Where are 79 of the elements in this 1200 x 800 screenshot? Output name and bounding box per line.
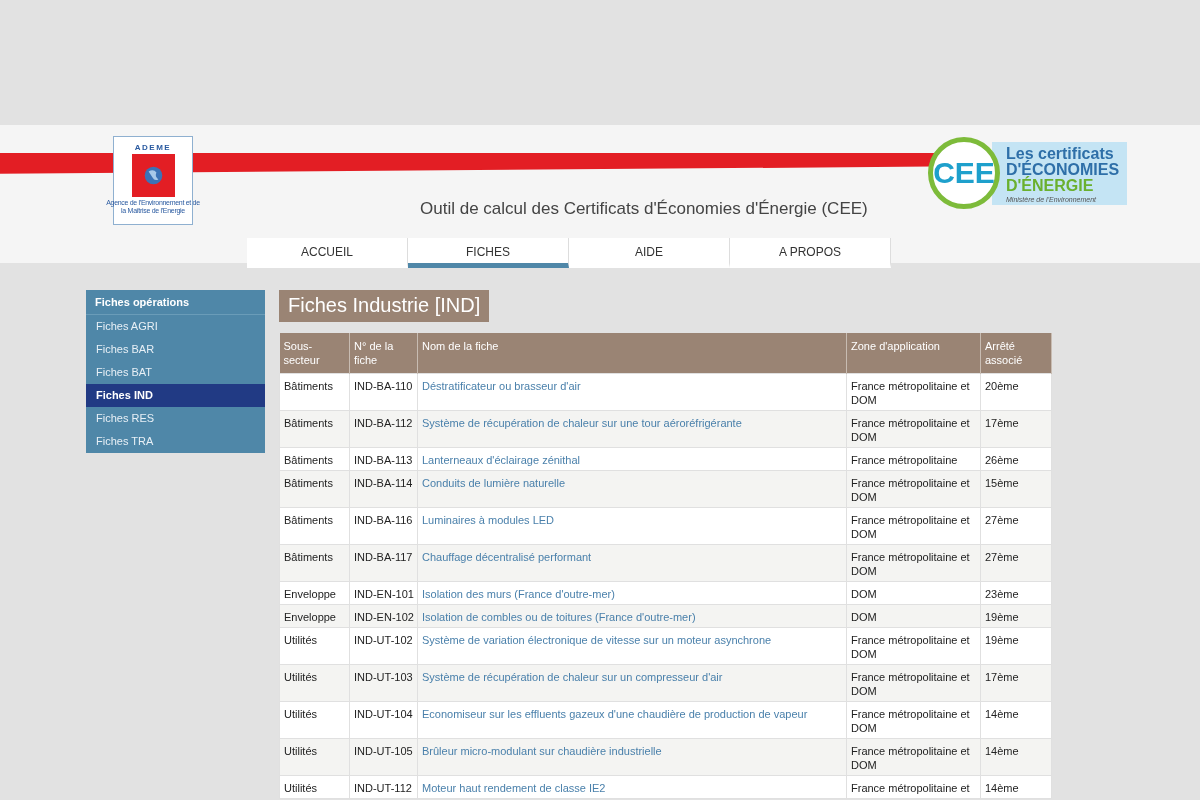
table-cell: IND-UT-102 <box>349 627 418 665</box>
table-cell: IND-UT-103 <box>349 664 418 702</box>
table-cell: 19ème <box>980 627 1052 665</box>
table-cell: France métropolitaine et DOM <box>846 410 981 448</box>
nav-tab[interactable]: ACCUEIL <box>247 238 408 268</box>
fiche-link[interactable]: Luminaires à modules LED <box>417 507 847 545</box>
page-title: Fiches Industrie [IND] <box>279 290 490 322</box>
logo-text: D'ÉNERGIE <box>1006 177 1095 194</box>
table-cell: DOM <box>846 581 981 605</box>
sidebar-title: Fiches opérations <box>86 290 265 315</box>
globe-icon <box>131 154 175 197</box>
table-cell: France métropolitaine <box>846 447 981 471</box>
table-cell: Bâtiments <box>279 470 350 508</box>
table-cell: Utilités <box>279 627 350 665</box>
table-cell: IND-BA-114 <box>349 470 418 508</box>
table-cell: Bâtiments <box>279 507 350 545</box>
sidebar-item[interactable]: Fiches RES <box>86 407 265 430</box>
fiche-link[interactable]: Déstratificateur ou brasseur d'air <box>417 373 847 411</box>
table-cell: 15ème <box>980 470 1052 508</box>
sidebar-item[interactable]: Fiches IND <box>86 384 265 407</box>
table-cell: Bâtiments <box>279 447 350 471</box>
column-header: Arrêté associé <box>980 333 1052 374</box>
column-header: N° de la fiche <box>349 333 418 374</box>
nav-tab[interactable]: A PROPOS <box>730 238 891 268</box>
table-cell: France métropolitaine et DOM <box>846 664 981 702</box>
logo-text: ADEME <box>134 143 172 152</box>
table-cell: IND-BA-117 <box>349 544 418 582</box>
table-cell: Bâtiments <box>279 410 350 448</box>
table-cell: 17ème <box>980 410 1052 448</box>
table-cell: France métropolitaine et <box>846 775 981 799</box>
fiche-link[interactable]: Système de récupération de chaleur sur un compresseur d'air <box>417 664 847 702</box>
fiche-link[interactable]: Isolation de combles ou de toitures (France d'outre-mer) <box>417 604 847 628</box>
fiche-link[interactable]: Moteur haut rendement de classe IE2 <box>417 775 847 799</box>
sidebar-item[interactable]: Fiches AGRI <box>86 315 265 338</box>
table-cell: 27ème <box>980 507 1052 545</box>
fiche-link[interactable]: Lanterneaux d'éclairage zénithal <box>417 447 847 471</box>
table-cell: Utilités <box>279 775 350 799</box>
table-cell: France métropolitaine et DOM <box>846 738 981 776</box>
table-cell: France métropolitaine et DOM <box>846 627 981 665</box>
table-cell: France métropolitaine et DOM <box>846 701 981 739</box>
table-cell: IND-UT-105 <box>349 738 418 776</box>
table-cell: Bâtiments <box>279 373 350 411</box>
table-cell: Enveloppe <box>279 581 350 605</box>
table-cell: IND-BA-110 <box>349 373 418 411</box>
table-cell: IND-BA-112 <box>349 410 418 448</box>
fiche-link[interactable]: Conduits de lumière naturelle <box>417 470 847 508</box>
table-cell: France métropolitaine et DOM <box>846 507 981 545</box>
table-cell: DOM <box>846 604 981 628</box>
sidebar-item[interactable]: Fiches TRA <box>86 430 265 453</box>
fiche-link[interactable]: Système de récupération de chaleur sur une tour aéroréfrigérante <box>417 410 847 448</box>
fiche-link[interactable]: Isolation des murs (France d'outre-mer) <box>417 581 847 605</box>
table-cell: Utilités <box>279 664 350 702</box>
sidebar-item[interactable]: Fiches BAT <box>86 361 265 384</box>
table-cell: France métropolitaine et DOM <box>846 544 981 582</box>
table-cell: IND-BA-116 <box>349 507 418 545</box>
table-cell: 20ème <box>980 373 1052 411</box>
nav-tab[interactable]: FICHES <box>408 238 569 268</box>
seal-badge: CEE <box>928 137 1000 209</box>
fiche-link[interactable]: Brûleur micro-modulant sur chaudière industrielle <box>417 738 847 776</box>
fiche-link[interactable]: Système de variation électronique de vitesse sur un moteur asynchrone <box>417 627 847 665</box>
column-header: Sous-secteur <box>279 333 350 374</box>
fiche-link[interactable]: Chauffage décentralisé performant <box>417 544 847 582</box>
table-cell: 17ème <box>980 664 1052 702</box>
sidebar-item[interactable]: Fiches BAR <box>86 338 265 361</box>
table-cell: France métropolitaine et DOM <box>846 470 981 508</box>
nav-tab[interactable]: AIDE <box>569 238 730 268</box>
table-cell: 14ème <box>980 701 1052 739</box>
table-cell: France métropolitaine et DOM <box>846 373 981 411</box>
table-cell: Bâtiments <box>279 544 350 582</box>
site-title: Outil de calcul des Certificats d'Économies d'Énergie (CEE) <box>420 199 868 219</box>
column-header: Zone d'application <box>846 333 981 374</box>
table-cell: Utilités <box>279 701 350 739</box>
fiche-link[interactable]: Economiseur sur les effluents gazeux d'une chaudière de production de vapeur <box>417 701 847 739</box>
table-cell: Enveloppe <box>279 604 350 628</box>
table-cell: IND-UT-104 <box>349 701 418 739</box>
column-header: Nom de la fiche <box>417 333 847 374</box>
table-cell: 14ème <box>980 738 1052 776</box>
table-cell: 27ème <box>980 544 1052 582</box>
table-cell: Utilités <box>279 738 350 776</box>
